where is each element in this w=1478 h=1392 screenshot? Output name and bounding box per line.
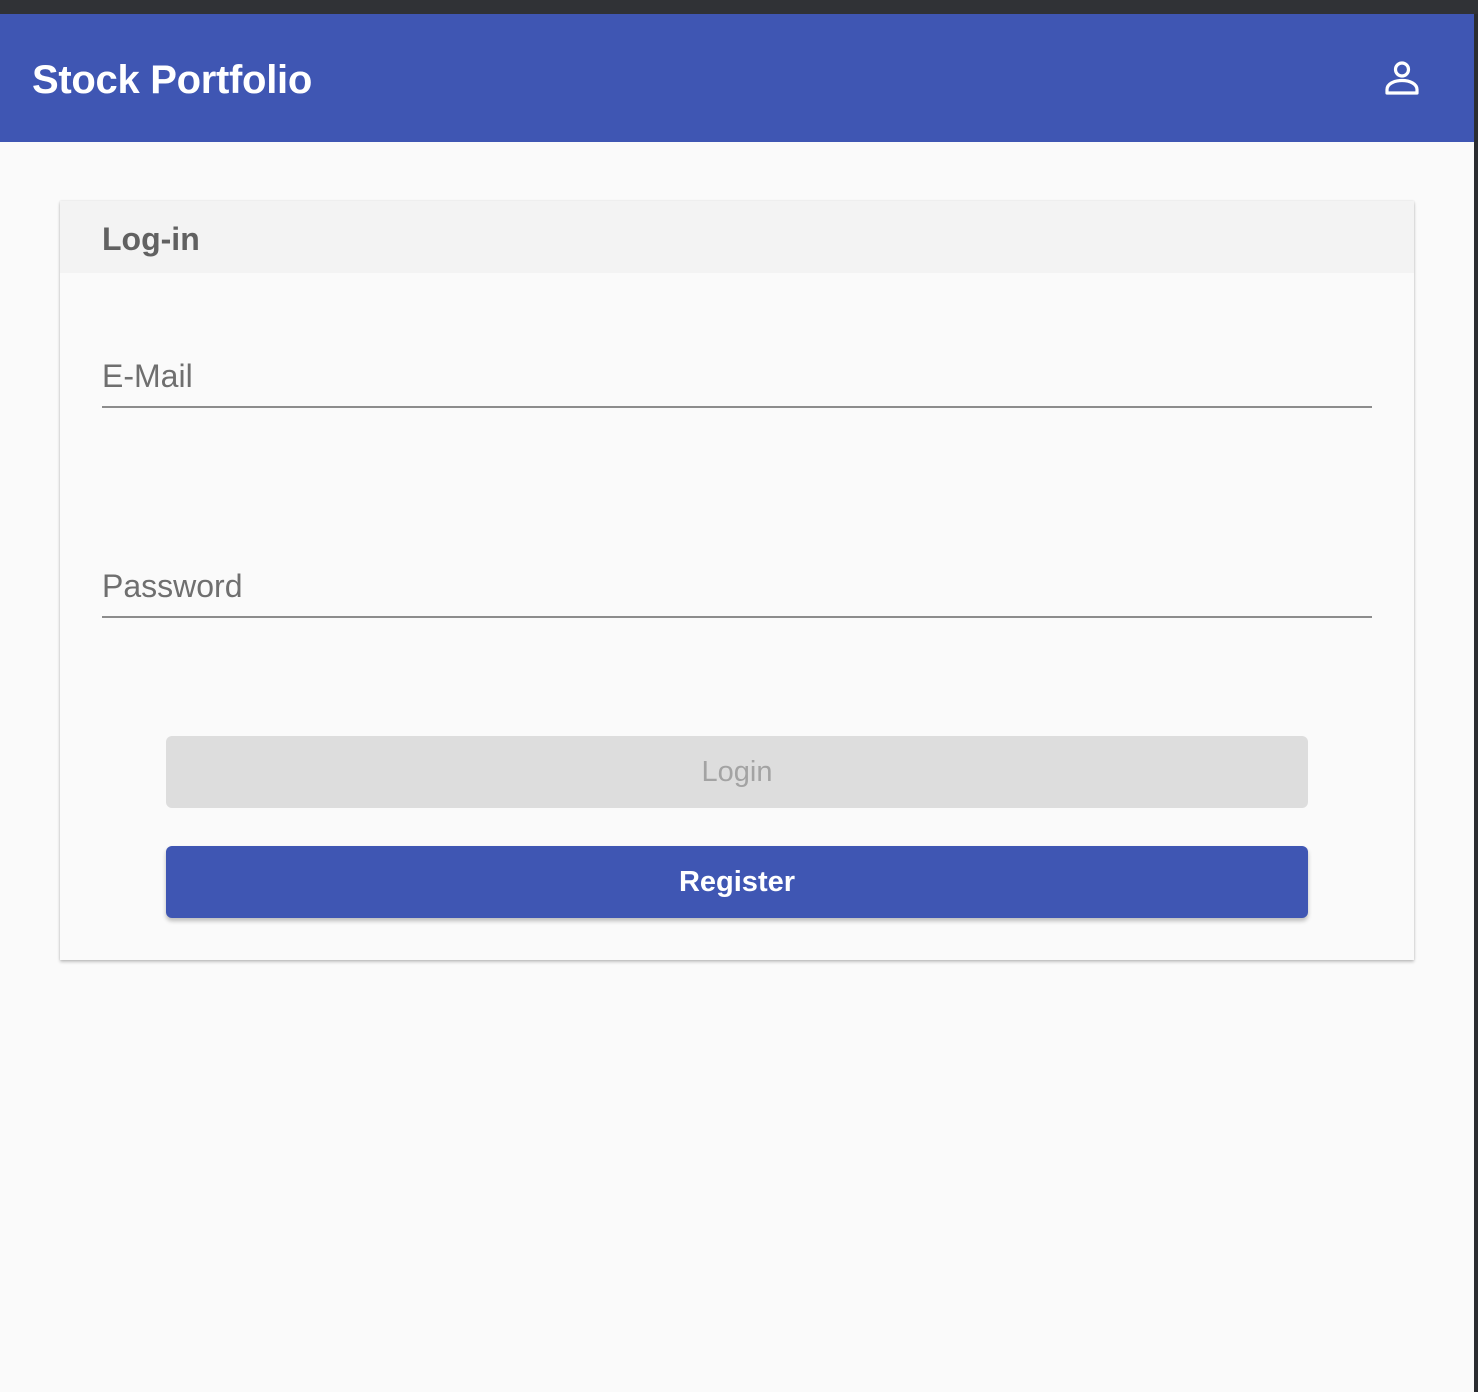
app-title: Stock Portfolio bbox=[32, 58, 312, 102]
register-button[interactable]: Register bbox=[166, 846, 1308, 918]
password-field bbox=[102, 556, 1372, 618]
login-card: Log-in Login Register bbox=[60, 201, 1414, 960]
account-button[interactable] bbox=[1372, 50, 1432, 110]
person-icon bbox=[1383, 59, 1421, 102]
password-input[interactable] bbox=[102, 566, 1372, 606]
login-button[interactable]: Login bbox=[166, 736, 1308, 808]
card-header: Log-in bbox=[60, 201, 1414, 273]
app-toolbar: Stock Portfolio bbox=[0, 14, 1474, 142]
window-right-edge bbox=[1474, 14, 1478, 1392]
card-title: Log-in bbox=[102, 221, 200, 257]
email-input[interactable] bbox=[102, 356, 1372, 396]
email-field bbox=[102, 346, 1372, 408]
window-top-bar bbox=[0, 0, 1478, 14]
